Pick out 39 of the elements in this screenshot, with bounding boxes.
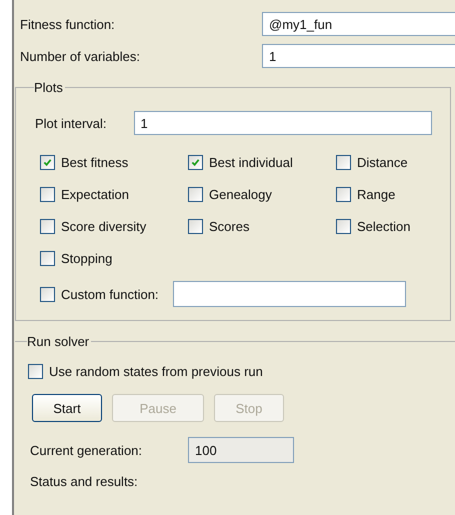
checkbox-label: Use random states from previous run — [49, 364, 263, 378]
checkbox[interactable] — [40, 250, 55, 266]
checkbox[interactable] — [40, 186, 55, 202]
custom-function-field[interactable] — [172, 281, 406, 307]
checkbox-label: Stopping — [61, 250, 112, 266]
plots-title: Plots — [34, 80, 65, 95]
fitness-function-label: Fitness function: — [20, 16, 116, 32]
number-of-variables-label: Number of variables: — [20, 48, 141, 64]
checkbox-label: Scores — [209, 218, 250, 234]
checkbox[interactable] — [188, 186, 203, 202]
checkbox[interactable] — [40, 218, 55, 234]
plot-interval-field[interactable]: 1 — [134, 111, 432, 135]
check-icon — [191, 158, 200, 166]
checkbox-label: Best individual — [209, 154, 293, 170]
checkbox-label: Range — [357, 186, 396, 202]
checkbox-label: Expectation — [61, 186, 129, 202]
checkbox-label: Distance — [357, 154, 408, 170]
checkbox[interactable] — [40, 286, 55, 302]
number-of-variables-field[interactable]: 1 — [262, 44, 455, 68]
fitness-function-field[interactable]: @my1_fun — [262, 12, 455, 36]
current-generation-label: Current generation: — [30, 442, 144, 458]
checkbox[interactable] — [40, 154, 55, 170]
status-label: Status and results: — [29, 474, 139, 489]
checkbox[interactable] — [28, 364, 43, 378]
run-solver-title: Run solver — [27, 334, 92, 349]
checkbox-label: Best fitness — [61, 154, 128, 170]
checkbox-label: Selection — [357, 218, 410, 234]
checkbox-label: Genealogy — [209, 186, 272, 202]
checkbox[interactable] — [188, 218, 203, 234]
checkbox[interactable] — [336, 186, 351, 202]
plot-interval-label: Plot interval: — [35, 116, 107, 130]
checkbox-label: Custom function: — [61, 286, 159, 302]
checkbox[interactable] — [336, 218, 351, 234]
check-icon — [43, 158, 52, 166]
checkbox-label: Score diversity — [61, 218, 146, 234]
solver-button[interactable]: Start — [32, 394, 102, 422]
current-generation-field[interactable]: 100 — [188, 437, 294, 463]
checkbox[interactable] — [336, 154, 351, 170]
checkbox[interactable] — [188, 154, 203, 170]
